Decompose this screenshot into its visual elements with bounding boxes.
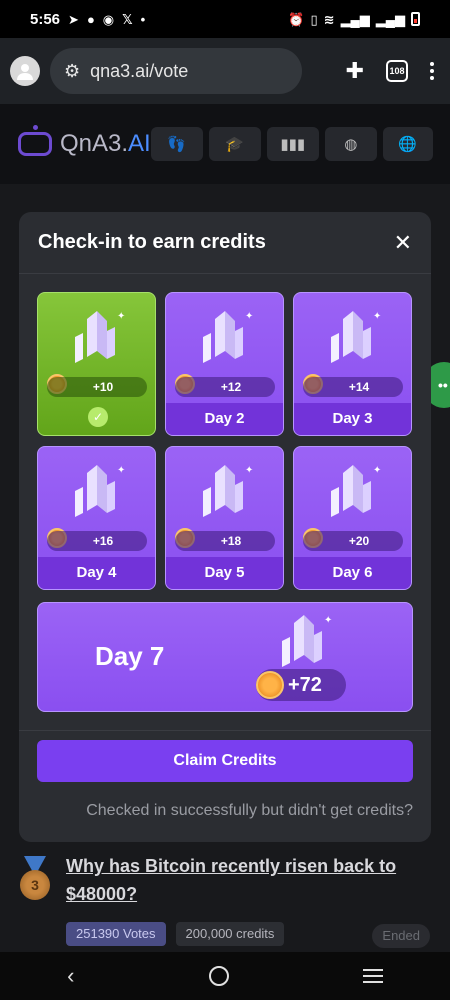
status-badge: Ended [372,924,430,948]
divider [19,730,431,731]
crystal-icon: ✦ [166,461,283,523]
extensions-icon[interactable]: ✚ [346,58,364,84]
flag-icon[interactable]: ◍ [324,127,377,161]
close-icon[interactable]: ✕ [394,230,412,256]
tab-switcher-button[interactable]: 108 [386,60,408,82]
back-icon[interactable]: ‹ [67,963,74,989]
site-logo[interactable]: QnA3.AI [18,125,151,158]
credits-badge: 200,000 credits [175,922,285,946]
globe-icon[interactable]: 🌐 [382,127,433,161]
url-text: qna3.ai/vote [90,60,189,81]
robot-logo-icon [18,125,52,156]
telegram-icon: ➤ [68,11,79,27]
bar-chart-icon[interactable]: ▮▮▮ [266,127,319,161]
wifi-icon: ≋ [323,11,335,27]
footprints-icon[interactable]: 👣 [150,127,203,161]
app-icon: ● [86,11,95,27]
question-item: 3 Why has Bitcoin recently risen back to… [20,852,440,952]
svg-text:✦: ✦ [117,465,125,476]
day-card-4[interactable]: ✦ +16 Day 4 [37,446,156,590]
menu-icon[interactable] [430,62,434,80]
reward-amount: +12 [175,377,275,397]
svg-text:✦: ✦ [373,465,381,476]
battery-icon [411,12,420,26]
github-icon: ◉ [102,11,115,27]
checkin-modal: Check-in to earn credits ✕ ✦ +10 ✓ ✦ +12… [19,212,431,842]
signal-icon-2: ▂▄▆ [375,11,405,27]
day-card-2[interactable]: ✦ +12 Day 2 [165,292,284,436]
alarm-icon: ⏰ [288,11,305,27]
day-label: Day 6 [294,557,411,589]
crystal-icon: ✦ [38,461,155,523]
profile-avatar[interactable] [10,56,40,86]
crystal-icon: ✦ [38,307,155,369]
reward-amount: +10 [47,377,147,397]
svg-text:✦: ✦ [373,311,381,322]
reward-amount: +16 [47,531,147,551]
logo-suffix: AI [128,130,151,157]
votes-badge: 251390 Votes [66,922,166,946]
system-nav-bar: ‹ [0,952,450,1000]
crystal-icon: ✦ [294,461,411,523]
x-icon: 𝕏 [122,11,133,27]
site-settings-icon[interactable]: ⚙ [64,61,80,82]
svg-text:✦: ✦ [324,615,332,626]
reward-amount: +14 [303,377,403,397]
home-icon[interactable] [208,966,229,986]
day-label: Day 5 [166,557,283,589]
help-link[interactable]: Checked in successfully but didn't get c… [86,802,413,820]
clock: 5:56 [30,10,61,28]
graduation-cap-icon[interactable]: 🎓 [208,127,261,161]
crystal-icon: ✦ [274,611,334,673]
day-label: Day 2 [166,403,283,435]
svg-text:✦: ✦ [245,465,253,476]
day-card-1[interactable]: ✦ +10 ✓ [37,292,156,436]
vibrate-icon: ▯ [310,11,318,27]
bronze-medal-icon: 3 [20,856,50,900]
coin-icon [256,671,284,699]
signal-icon: ▂▄▆ [340,11,370,27]
day-card-7[interactable]: Day 7 ✦ +72 [37,602,413,712]
crystal-icon: ✦ [294,307,411,369]
question-title[interactable]: Why has Bitcoin recently risen back to $… [66,852,436,908]
day-label: Day 4 [38,557,155,589]
person-icon [17,64,33,80]
logo-text: QnA3. [60,130,129,157]
dot-icon: • [140,11,146,27]
day-label: Day 3 [294,403,411,435]
day-card-6[interactable]: ✦ +20 Day 6 [293,446,412,590]
crystal-icon: ✦ [166,307,283,369]
svg-text:✦: ✦ [245,311,253,322]
recents-icon[interactable] [362,969,383,983]
site-header: QnA3.AI 👣 🎓 ▮▮▮ ◍ 🌐 [0,104,450,184]
svg-text:✦: ✦ [117,311,125,322]
day-card-5[interactable]: ✦ +18 Day 5 [165,446,284,590]
address-bar[interactable]: ⚙ qna3.ai/vote [50,48,302,94]
reward-amount: +18 [175,531,275,551]
day-card-3[interactable]: ✦ +14 Day 3 [293,292,412,436]
check-icon: ✓ [88,407,108,427]
claim-credits-button[interactable]: Claim Credits [37,740,413,782]
day-label: Day 7 [95,641,165,671]
status-bar: 5:56 ➤ ● ◉ 𝕏 • ⏰ ▯ ≋ ▂▄▆ ▂▄▆ [0,0,450,38]
rank-number: 3 [20,870,50,900]
modal-title: Check-in to earn credits [38,231,266,253]
browser-toolbar: ⚙ qna3.ai/vote ✚ 108 [0,38,450,104]
reward-amount: +20 [303,531,403,551]
